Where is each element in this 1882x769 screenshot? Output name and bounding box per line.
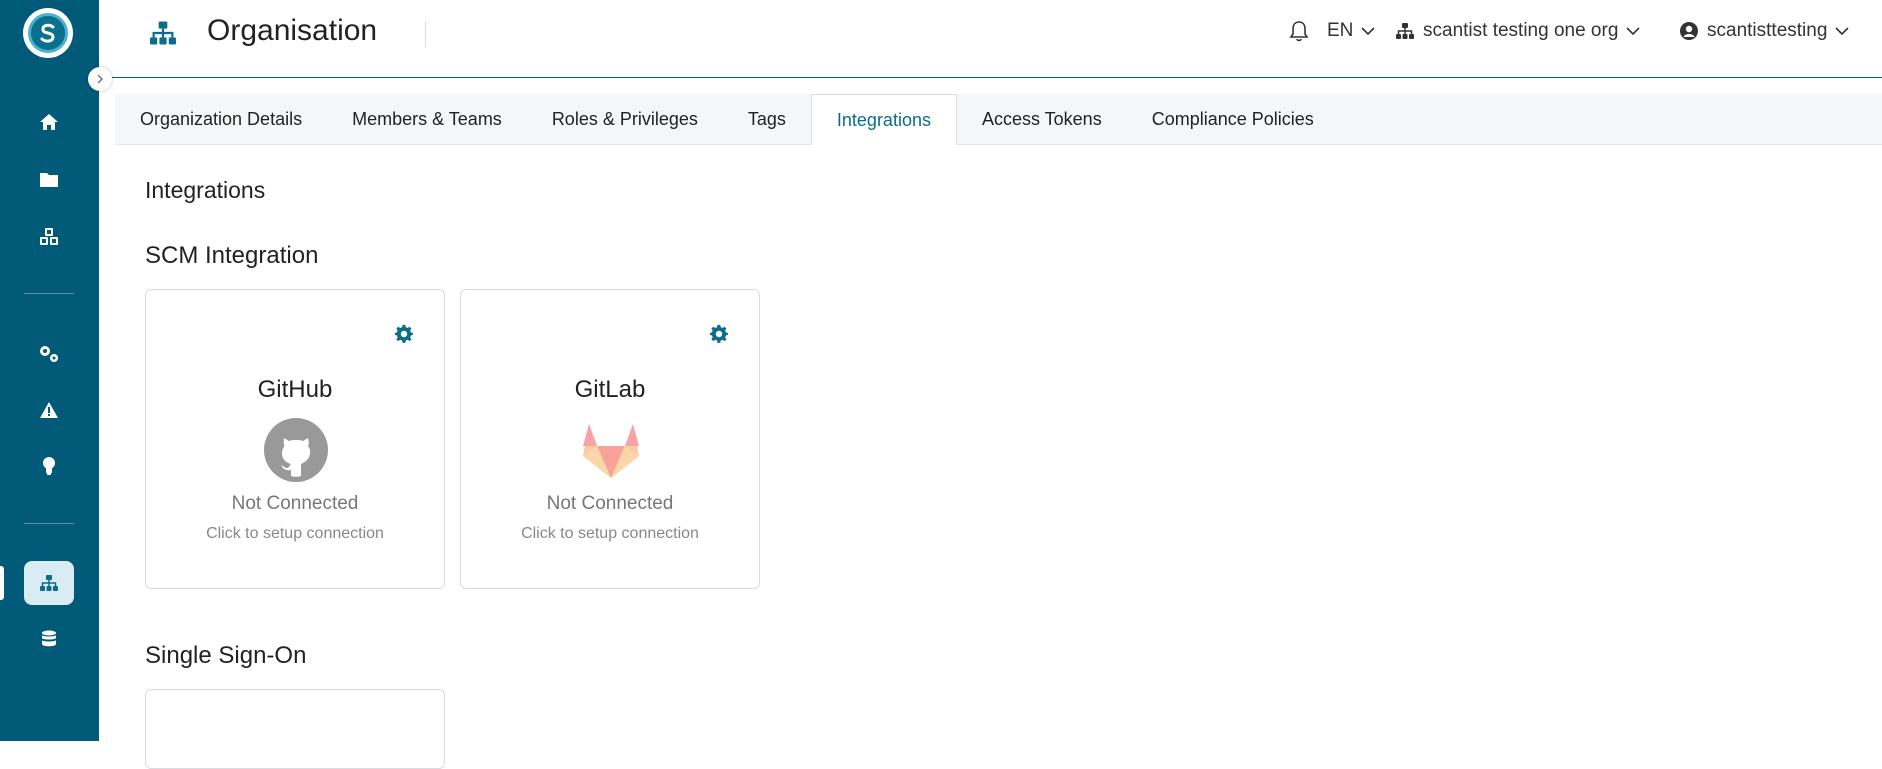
nav-divider xyxy=(24,523,74,524)
setup-hint: Click to setup connection xyxy=(146,525,444,543)
tab-integrations[interactable]: Integrations xyxy=(811,94,957,146)
tab-roles-privileges[interactable]: Roles & Privileges xyxy=(527,94,723,145)
sso-integration-card[interactable] xyxy=(145,689,445,769)
connection-status: Not Connected xyxy=(461,493,759,515)
sitemap-icon xyxy=(148,20,178,51)
chevron-down-icon xyxy=(1361,27,1375,35)
home-icon xyxy=(39,113,59,131)
sidebar xyxy=(0,0,99,741)
chevron-down-icon xyxy=(1835,27,1849,35)
cogs-icon xyxy=(38,344,60,364)
chevron-down-icon xyxy=(1626,27,1640,35)
logo-s-icon xyxy=(37,22,59,44)
lightbulb-icon xyxy=(41,456,57,476)
org-tabs: Organization Details Members & Teams Rol… xyxy=(115,94,1882,145)
folder-icon xyxy=(39,171,59,188)
cubes-icon xyxy=(38,227,60,247)
warning-icon xyxy=(39,401,59,419)
header-separator xyxy=(425,21,426,47)
user-menu[interactable]: scantisttesting xyxy=(1679,20,1849,42)
gitlab-icon xyxy=(579,418,643,482)
page-title: Organisation xyxy=(207,14,377,48)
card-title: GitLab xyxy=(461,376,759,404)
nav-database[interactable] xyxy=(30,620,68,658)
nav-projects[interactable] xyxy=(30,160,68,198)
chevron-right-icon xyxy=(96,74,104,84)
nav-organisation[interactable] xyxy=(24,561,74,605)
nav-components[interactable] xyxy=(30,218,68,256)
connection-status: Not Connected xyxy=(146,493,444,515)
sso-heading: Single Sign-On xyxy=(145,642,306,670)
database-icon xyxy=(41,630,57,648)
nav-settings[interactable] xyxy=(30,335,68,373)
gear-icon[interactable] xyxy=(709,324,729,349)
tab-organization-details[interactable]: Organization Details xyxy=(115,94,327,145)
logo-mark xyxy=(28,13,68,53)
github-icon xyxy=(264,418,328,482)
gear-icon[interactable] xyxy=(394,324,414,349)
tab-members-teams[interactable]: Members & Teams xyxy=(327,94,527,145)
org-name: scantist testing one org xyxy=(1423,20,1618,42)
nav-divider xyxy=(24,293,74,294)
notifications-button[interactable] xyxy=(1289,20,1309,42)
language-label: EN xyxy=(1327,20,1353,42)
nav-insights[interactable] xyxy=(30,447,68,485)
sitemap-icon xyxy=(1395,22,1415,40)
tab-tags[interactable]: Tags xyxy=(723,94,811,145)
tab-compliance-policies[interactable]: Compliance Policies xyxy=(1127,94,1339,145)
sidebar-collapse-toggle[interactable] xyxy=(88,67,112,91)
card-title: GitHub xyxy=(146,376,444,404)
github-integration-card[interactable]: GitHub Not Connected Click to setup conn… xyxy=(145,289,445,589)
sitemap-icon xyxy=(39,574,59,592)
setup-hint: Click to setup connection xyxy=(461,525,759,543)
org-selector[interactable]: scantist testing one org xyxy=(1395,20,1640,42)
active-nav-marker xyxy=(0,566,4,600)
nav-vulnerabilities[interactable] xyxy=(30,391,68,429)
app-logo[interactable] xyxy=(23,8,73,58)
bell-icon xyxy=(1289,20,1309,42)
user-name: scantisttesting xyxy=(1707,20,1827,42)
nav-home[interactable] xyxy=(30,103,68,141)
scm-integration-heading: SCM Integration xyxy=(145,242,318,270)
user-circle-icon xyxy=(1679,21,1699,41)
gitlab-integration-card[interactable]: GitLab Not Connected Click to setup conn… xyxy=(460,289,760,589)
top-header: Organisation EN scantist testing one org xyxy=(99,0,1882,78)
tab-access-tokens[interactable]: Access Tokens xyxy=(957,94,1127,145)
language-selector[interactable]: EN xyxy=(1327,20,1375,42)
section-title: Integrations xyxy=(145,177,265,204)
